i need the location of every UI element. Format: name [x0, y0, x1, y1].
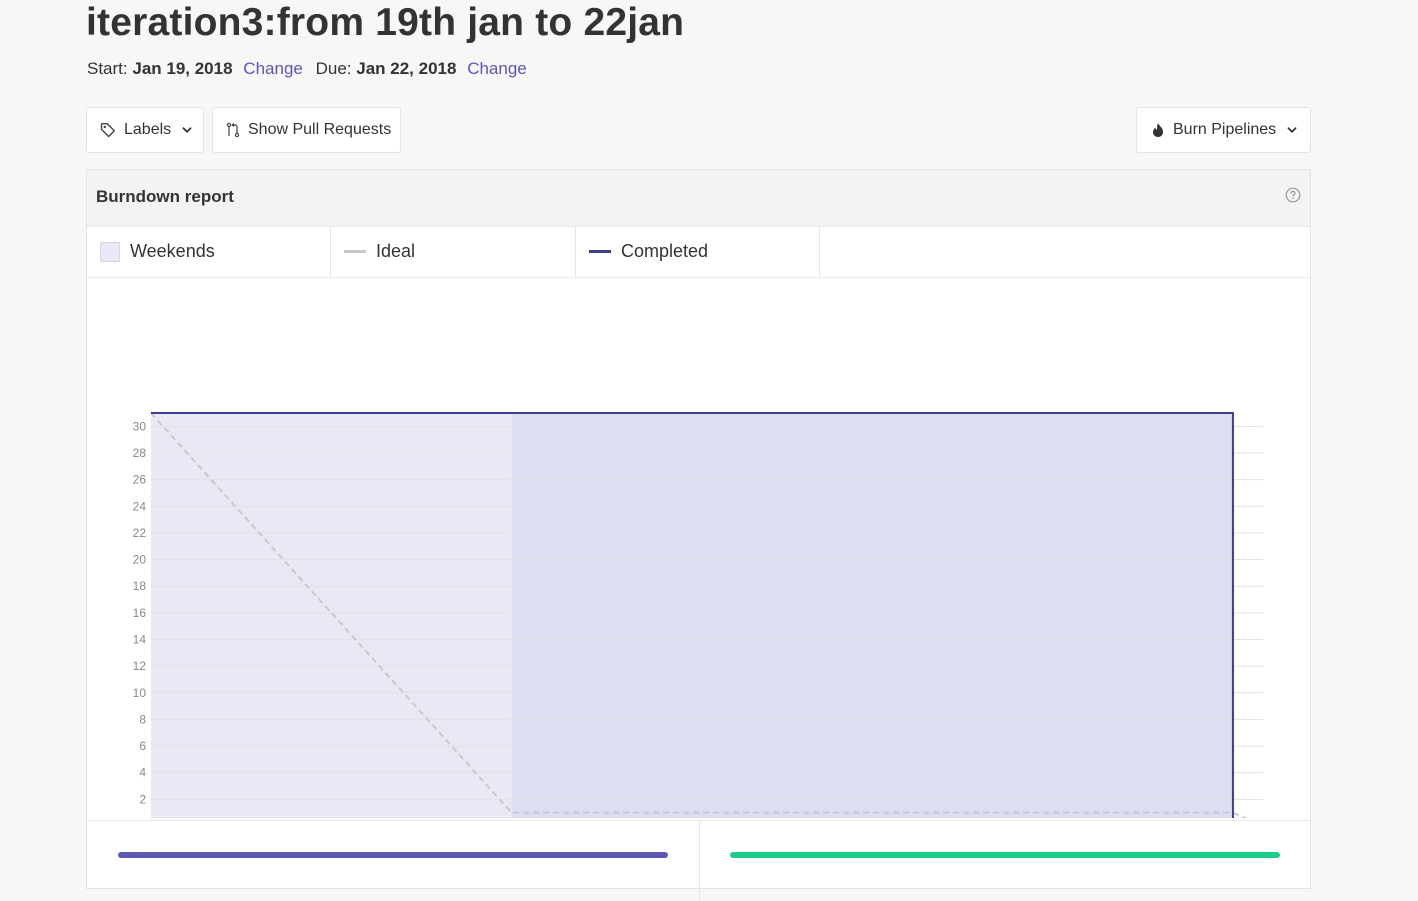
weekends-swatch [100, 241, 120, 262]
due-label: Due: [315, 59, 352, 78]
legend-weekends[interactable]: Weekends [87, 226, 331, 277]
burndown-report-panel: Burndown report Weekends Ideal Completed… [86, 169, 1311, 901]
tag-icon [100, 122, 116, 138]
y-tick-label: 4 [139, 766, 146, 780]
pull-request-icon [226, 122, 240, 138]
change-due-link[interactable]: Change [467, 59, 527, 78]
start-label: Start: [87, 59, 128, 78]
panel-header: Burndown report [87, 170, 1310, 227]
weekend-band [511, 413, 1233, 818]
y-tick-label: 8 [139, 712, 146, 726]
show-pull-requests-button[interactable]: Show Pull Requests [212, 107, 401, 153]
y-tick-label: 2 [139, 792, 146, 806]
legend-completed[interactable]: Completed [576, 226, 820, 277]
y-tick-label: 16 [133, 606, 147, 620]
chevron-down-icon [1286, 124, 1298, 136]
start-date: Jan 19, 2018 [132, 59, 233, 78]
progress-bar-points [730, 852, 1280, 858]
iteration-dates: Start: Jan 19, 2018 Change Due: Jan 22, … [87, 59, 535, 79]
due-date: Jan 22, 2018 [356, 59, 457, 78]
ideal-swatch [344, 250, 366, 253]
y-tick-label: 14 [133, 632, 147, 646]
y-tick-label: 12 [133, 659, 147, 673]
y-tick-label: 22 [133, 526, 147, 540]
y-tick-label: 10 [133, 686, 147, 700]
y-tick-label: 20 [133, 553, 147, 567]
y-tick-label: 6 [139, 739, 146, 753]
legend-completed-label: Completed [621, 241, 709, 261]
progress-bar-issues [118, 852, 668, 858]
y-tick-label: 24 [133, 499, 147, 513]
labels-button-label: Labels [124, 121, 172, 138]
burn-pipelines-button-label: Burn Pipelines [1173, 121, 1277, 138]
labels-dropdown-button[interactable]: Labels [86, 107, 204, 153]
y-tick-label: 28 [133, 446, 147, 460]
flame-icon [1151, 122, 1165, 138]
legend-ideal[interactable]: Ideal [332, 226, 576, 277]
completed-swatch [589, 250, 611, 253]
legend-weekends-label: Weekends [130, 241, 215, 261]
y-tick-label: 26 [133, 473, 147, 487]
divider [699, 821, 700, 901]
change-start-link[interactable]: Change [243, 59, 303, 78]
burn-pipelines-dropdown-button[interactable]: Burn Pipelines [1136, 107, 1311, 153]
chevron-down-icon [181, 124, 193, 136]
legend-ideal-label: Ideal [376, 241, 416, 261]
pull-requests-button-label: Show Pull Requests [248, 121, 392, 138]
chart-legend: Weekends Ideal Completed [87, 226, 1310, 278]
y-tick-label: 30 [133, 419, 147, 433]
help-icon[interactable] [1285, 187, 1301, 208]
burndown-chart: 024681012141618202224262830Fri 1906 AM12… [133, 412, 1263, 818]
panel-title: Burndown report [96, 187, 234, 206]
y-tick-label: 18 [133, 579, 147, 593]
page-title: iteration3:from 19th jan to 22jan [86, 1, 685, 44]
